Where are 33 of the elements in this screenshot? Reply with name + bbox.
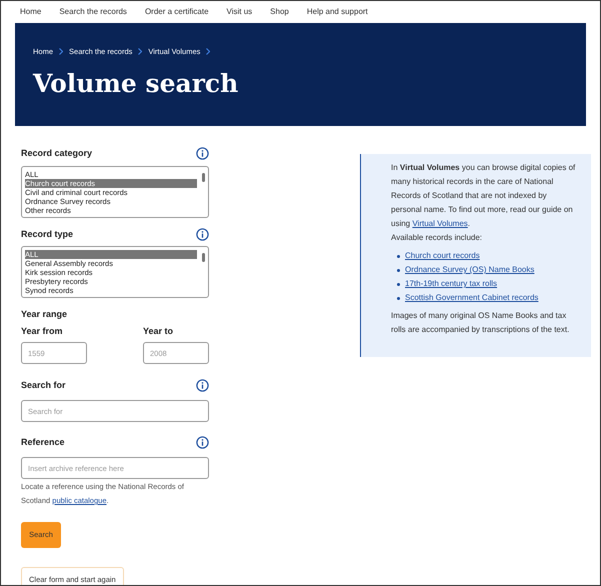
- chevron-icon: [206, 48, 210, 56]
- bullet-icon: [397, 296, 400, 300]
- nav-link[interactable]: Order a certificate: [144, 6, 209, 18]
- field-label: Record category: [21, 147, 92, 160]
- field-label: Reference: [21, 436, 65, 449]
- bullet-icon: [397, 268, 400, 272]
- field-label: Search for: [21, 379, 66, 392]
- section-label: Year range: [21, 308, 68, 321]
- nav-link[interactable]: Visit us: [226, 6, 252, 18]
- record-link[interactable]: 17th-19th century tax rolls: [405, 277, 498, 291]
- chevron-icon: [138, 48, 142, 56]
- record-link[interactable]: Church court records: [405, 249, 480, 263]
- nav-link[interactable]: Search the records: [59, 6, 127, 18]
- chevron-icon: [59, 48, 64, 56]
- info-footer: Images of many original OS Name Books and tax rolls are accompanied by transcriptions of the text.: [391, 309, 579, 337]
- bullet-icon: [397, 282, 400, 286]
- nav-link[interactable]: Shop: [270, 6, 289, 18]
- page-title: Volume search: [33, 68, 240, 100]
- info-icon[interactable]: [196, 379, 209, 392]
- nav-link[interactable]: Home: [20, 6, 42, 18]
- list-intro: Available records include:: [391, 232, 484, 244]
- bullet-icon: [397, 254, 400, 258]
- info-icon[interactable]: [196, 436, 209, 450]
- field-label: Record type: [21, 228, 74, 241]
- record-link[interactable]: Ordnance Survey (OS) Name Books: [405, 263, 534, 277]
- virtual-volumes-link[interactable]: Virtual Volumes: [412, 219, 468, 228]
- field-label: Year from: [21, 324, 64, 338]
- record-link[interactable]: Scottish Government Cabinet records: [405, 291, 538, 305]
- info-icon[interactable]: [196, 147, 209, 160]
- field-label: Year to: [143, 324, 174, 338]
- info-icon[interactable]: [196, 228, 209, 241]
- nav-link[interactable]: Help and support: [306, 6, 368, 18]
- info-paragraph: In Virtual Volumes you can browse digital copies of many historical records in the care of National Records of Scotland that are not indexed by personal name. To find out more, read our guide on using Virtual Volumes.: [391, 162, 576, 230]
